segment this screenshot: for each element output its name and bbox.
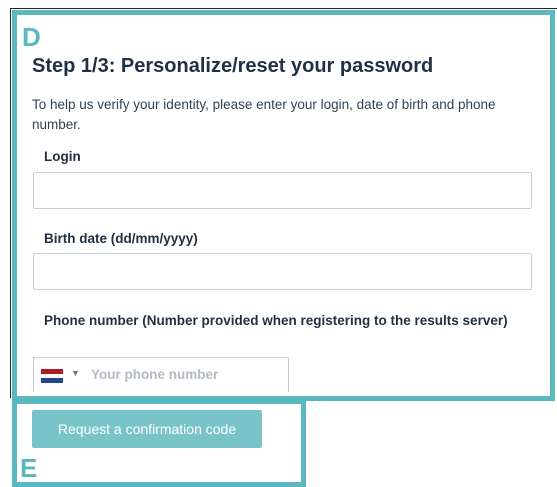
netherlands-flag-icon[interactable] <box>41 369 63 383</box>
birth-date-label: Birth date (dd/mm/yyyy) <box>44 231 198 246</box>
login-label: Login <box>44 149 81 164</box>
request-code-button[interactable]: Request a confirmation code <box>32 410 262 448</box>
annotation-label-e: E <box>20 453 38 483</box>
annotation-label-d: D <box>22 22 41 52</box>
page-title: Step 1/3: Personalize/reset your passwor… <box>32 55 434 77</box>
top-border-line <box>10 8 557 9</box>
login-input[interactable] <box>33 172 532 209</box>
intro-text: To help us verify your identity, please … <box>32 97 496 132</box>
phone-label: Phone number (Number provided when regis… <box>44 313 508 328</box>
birth-date-input[interactable] <box>33 253 532 290</box>
left-border-line <box>10 8 11 398</box>
phone-placeholder: Your phone number <box>91 367 219 382</box>
phone-input[interactable]: ▼ Your phone number <box>33 357 289 392</box>
chevron-down-icon[interactable]: ▼ <box>71 368 80 378</box>
